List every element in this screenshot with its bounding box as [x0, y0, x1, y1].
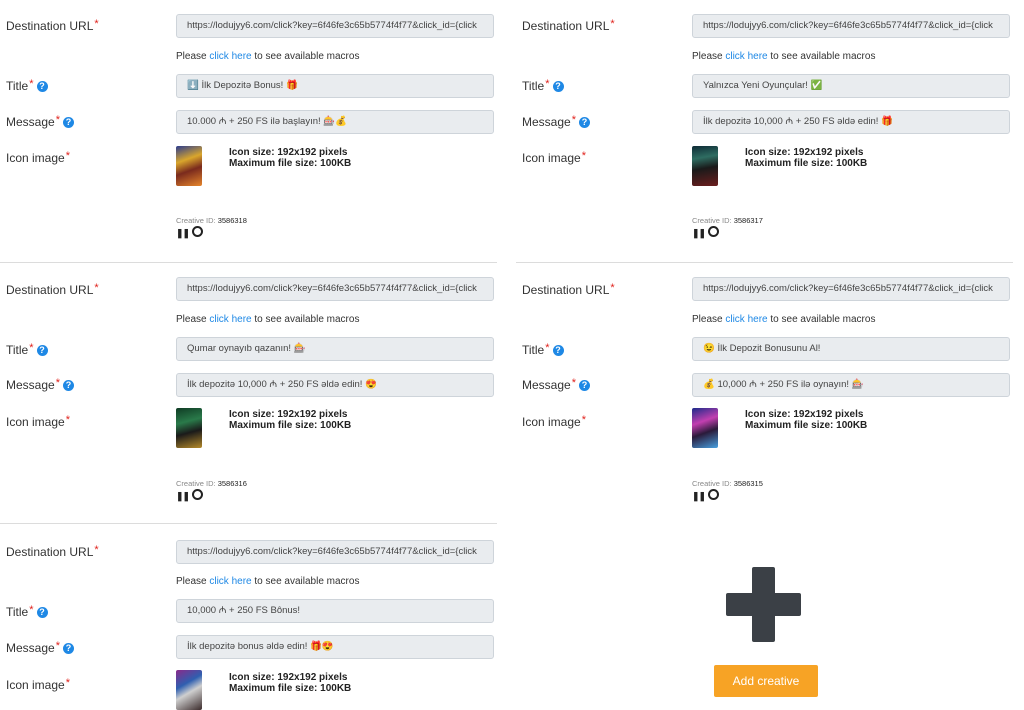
macros-link[interactable]: click here — [725, 314, 767, 325]
destination-url-input[interactable]: https://lodujyy6.com/click?key=6f46fe3c6… — [692, 14, 1010, 38]
help-icon[interactable]: ? — [62, 643, 74, 654]
icon-image-thumbnail[interactable] — [176, 408, 202, 448]
help-icon[interactable]: ? — [36, 607, 48, 618]
icon-size-info: Icon size: 192x192 pixels Maximum file si… — [745, 409, 868, 431]
destination-url-label: Destination URL* — [6, 544, 99, 559]
macros-hint: Please click here to see available macro… — [692, 51, 876, 62]
message-input[interactable]: İlk depozitə bonus əldə edin! 🎁😍 — [176, 635, 494, 659]
help-icon[interactable]: ? — [552, 345, 564, 356]
creative-card-1: Destination URL* https://lodujyy6.com/cl… — [0, 0, 510, 262]
message-input[interactable]: İlk depozitə 10,000 ₼ + 250 FS əldə edin… — [692, 110, 1010, 134]
add-creative-button[interactable]: Add creative — [714, 665, 818, 697]
destination-url-input[interactable]: https://lodujyy6.com/click?key=6f46fe3c6… — [692, 277, 1010, 301]
icon-image-label: Icon image* — [522, 150, 586, 165]
creative-controls: ❚❚ — [692, 225, 720, 239]
stop-icon[interactable] — [192, 226, 204, 237]
icon-image-label: Icon image* — [6, 150, 70, 165]
help-icon[interactable]: ? — [36, 81, 48, 92]
macros-hint: Please click here to see available macro… — [692, 314, 876, 325]
title-label: Title*? — [522, 78, 564, 93]
destination-url-label: Destination URL* — [6, 282, 99, 297]
creative-id: Creative ID: 3586317 — [692, 216, 763, 225]
title-label: Title*? — [522, 342, 564, 357]
creative-controls: ❚❚ — [176, 488, 204, 502]
creative-card-2: Destination URL* https://lodujyy6.com/cl… — [516, 0, 1024, 262]
icon-image-thumbnail[interactable] — [176, 670, 202, 710]
title-label: Title*? — [6, 604, 48, 619]
message-input[interactable]: 💰 10,000 ₼ + 250 FS ilə oynayın! 🎰 — [692, 373, 1010, 397]
macros-hint: Please click here to see available macro… — [176, 576, 360, 587]
message-label: Message*? — [6, 377, 74, 392]
macros-link[interactable]: click here — [725, 51, 767, 62]
icon-size-info: Icon size: 192x192 pixels Maximum file si… — [229, 672, 352, 694]
icon-size-info: Icon size: 192x192 pixels Maximum file si… — [229, 147, 352, 169]
destination-url-label: Destination URL* — [522, 282, 615, 297]
macros-hint: Please click here to see available macro… — [176, 314, 360, 325]
message-input[interactable]: 10.000 ₼ + 250 FS ilə başlayın! 🎰💰 — [176, 110, 494, 134]
stop-icon[interactable] — [708, 226, 720, 237]
title-input[interactable]: 10,000 ₼ + 250 FS Bônus! — [176, 599, 494, 623]
destination-url-label: Destination URL* — [6, 18, 99, 33]
message-input[interactable]: İlk depozitə 10,000 ₼ + 250 FS əldə edin… — [176, 373, 494, 397]
creative-card-3: Destination URL* https://lodujyy6.com/cl… — [0, 263, 510, 525]
message-label: Message*? — [522, 377, 590, 392]
destination-url-input[interactable]: https://lodujyy6.com/click?key=6f46fe3c6… — [176, 540, 494, 564]
creative-id: Creative ID: 3586318 — [176, 216, 247, 225]
icon-image-label: Icon image* — [522, 414, 586, 429]
creative-controls: ❚❚ — [176, 225, 204, 239]
pause-icon[interactable]: ❚❚ — [692, 228, 706, 239]
icon-size-info: Icon size: 192x192 pixels Maximum file si… — [745, 147, 868, 169]
title-label: Title*? — [6, 78, 48, 93]
creative-card-5: Destination URL* https://lodujyy6.com/cl… — [0, 524, 510, 710]
stop-icon[interactable] — [192, 489, 204, 500]
macros-link[interactable]: click here — [209, 314, 251, 325]
stop-icon[interactable] — [708, 489, 720, 500]
pause-icon[interactable]: ❚❚ — [176, 228, 190, 239]
macros-hint: Please click here to see available macro… — [176, 51, 360, 62]
creative-id: Creative ID: 3586316 — [176, 479, 247, 488]
creative-id: Creative ID: 3586315 — [692, 479, 763, 488]
plus-icon[interactable] — [726, 567, 801, 642]
icon-image-label: Icon image* — [6, 677, 70, 692]
destination-url-input[interactable]: https://lodujyy6.com/click?key=6f46fe3c6… — [176, 14, 494, 38]
creative-controls: ❚❚ — [692, 488, 720, 502]
creative-card-4: Destination URL* https://lodujyy6.com/cl… — [516, 263, 1024, 525]
icon-image-thumbnail[interactable] — [176, 146, 202, 186]
title-input[interactable]: Qumar oynayıb qazanın! 🎰 — [176, 337, 494, 361]
help-icon[interactable]: ? — [62, 117, 74, 128]
help-icon[interactable]: ? — [36, 345, 48, 356]
help-icon[interactable]: ? — [578, 380, 590, 391]
icon-size-info: Icon size: 192x192 pixels Maximum file si… — [229, 409, 352, 431]
icon-image-thumbnail[interactable] — [692, 146, 718, 186]
title-label: Title*? — [6, 342, 48, 357]
message-label: Message*? — [522, 114, 590, 129]
macros-link[interactable]: click here — [209, 51, 251, 62]
help-icon[interactable]: ? — [62, 380, 74, 391]
icon-image-label: Icon image* — [6, 414, 70, 429]
macros-link[interactable]: click here — [209, 576, 251, 587]
title-input[interactable]: Yalnızca Yeni Oyunçular! ✅ — [692, 74, 1010, 98]
pause-icon[interactable]: ❚❚ — [176, 491, 190, 502]
pause-icon[interactable]: ❚❚ — [692, 491, 706, 502]
title-input[interactable]: 😉 İlk Depozit Bonusunu Al! — [692, 337, 1010, 361]
help-icon[interactable]: ? — [578, 117, 590, 128]
destination-url-input[interactable]: https://lodujyy6.com/click?key=6f46fe3c6… — [176, 277, 494, 301]
icon-image-thumbnail[interactable] — [692, 408, 718, 448]
help-icon[interactable]: ? — [552, 81, 564, 92]
destination-url-label: Destination URL* — [522, 18, 615, 33]
title-input[interactable]: ⬇️ İlk Depozitə Bonus! 🎁 — [176, 74, 494, 98]
message-label: Message*? — [6, 640, 74, 655]
message-label: Message*? — [6, 114, 74, 129]
